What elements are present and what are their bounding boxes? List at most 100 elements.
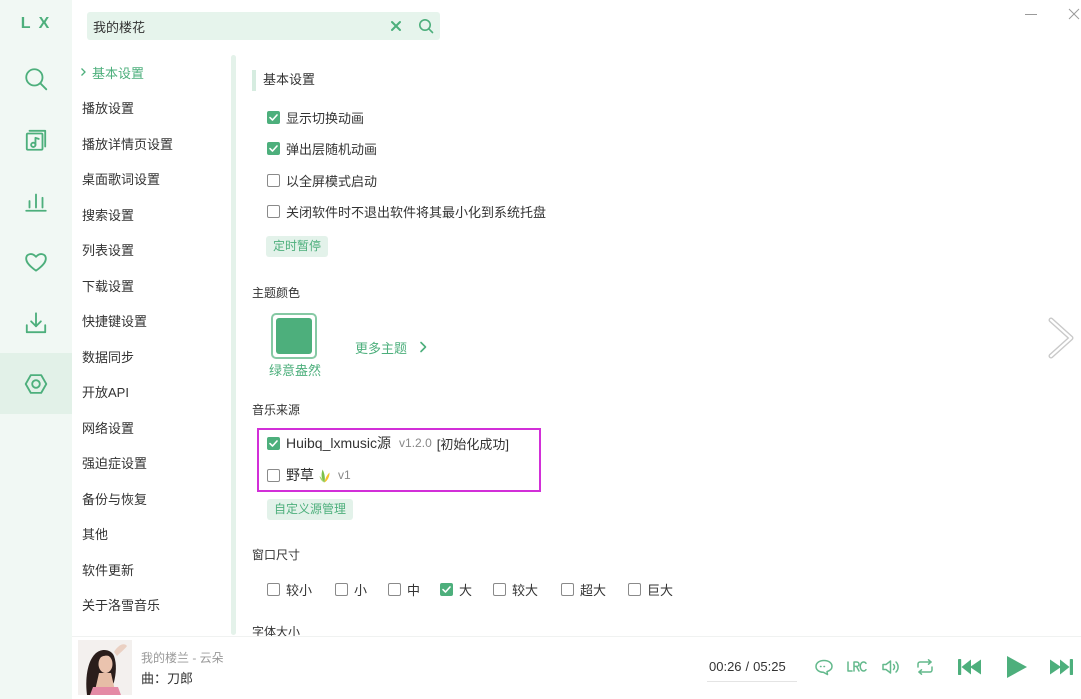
nav-item-label: 快捷键设置 [82, 314, 148, 330]
repeat-button[interactable] [914, 657, 936, 677]
song-composer: 曲：刀郎 [141, 671, 194, 686]
nav-item-label: 播放设置 [82, 101, 135, 117]
app-logo: L X [20, 15, 52, 32]
source-item-yecao[interactable]: 野草 v1 [267, 465, 351, 485]
checkbox[interactable] [267, 436, 280, 450]
check-icon [269, 113, 278, 121]
option-show-switch-animation[interactable]: 显示切换动画 [267, 107, 364, 127]
repeat-icon [917, 659, 933, 675]
comment-button[interactable] [813, 657, 835, 677]
checkbox[interactable] [561, 582, 574, 596]
next-button[interactable] [1047, 653, 1075, 681]
nav-item-hotkey[interactable]: 快捷键设置 [72, 303, 230, 339]
nav-item-sync[interactable]: 数据同步 [72, 339, 230, 375]
option-label: 关闭软件时不退出软件将其最小化到系统托盘 [286, 204, 547, 220]
sidebar-item-songlist[interactable] [0, 109, 72, 170]
chevron-right-icon [81, 68, 86, 77]
source-version: v1.2.0 [399, 436, 432, 450]
search-icon[interactable] [418, 18, 434, 34]
minimize-button[interactable] [1025, 7, 1037, 21]
theme-swatch-current[interactable] [271, 313, 317, 359]
volume-button[interactable] [880, 657, 902, 677]
window-size-option[interactable]: 较小 [267, 579, 312, 599]
nav-item-about[interactable]: 关于洛雪音乐 [72, 587, 230, 623]
checkbox[interactable] [335, 582, 348, 596]
download-icon [25, 311, 47, 333]
nav-item-label: 列表设置 [82, 243, 135, 259]
checkbox[interactable] [267, 204, 280, 218]
song-title[interactable]: 我的楼兰 - 云朵 [141, 649, 224, 667]
nav-item-basic[interactable]: 基本设置 [72, 55, 230, 91]
nav-item-backup[interactable]: 备份与恢复 [72, 481, 230, 517]
window-size-option[interactable]: 较大 [493, 579, 538, 599]
checkbox[interactable] [388, 582, 401, 596]
nav-item-label: 基本设置 [92, 65, 145, 81]
checkbox[interactable] [440, 582, 453, 596]
nav-item-list[interactable]: 列表设置 [72, 232, 230, 268]
nav-item-odc[interactable]: 强迫症设置 [72, 445, 230, 481]
nav-item-label: 强迫症设置 [82, 456, 148, 472]
option-popup-random-animation[interactable]: 弹出层随机动画 [267, 138, 377, 158]
font-size-label: 字体大小 [252, 625, 301, 636]
nav-item-other[interactable]: 其他 [72, 516, 230, 552]
window-size-option[interactable]: 小 [335, 579, 367, 599]
theme-name: 绿意盎然 [268, 363, 321, 378]
sidebar-item-settings[interactable] [0, 353, 72, 414]
nav-item-update[interactable]: 软件更新 [72, 552, 230, 588]
lyrics-button[interactable] [846, 657, 868, 677]
close-icon [1068, 8, 1080, 20]
nav-item-download[interactable]: 下载设置 [72, 268, 230, 304]
nav-item-label: 搜索设置 [82, 207, 135, 223]
sidebar-item-search[interactable] [0, 48, 72, 109]
nav-item-play-detail[interactable]: 播放详情页设置 [72, 126, 230, 162]
search-bar [87, 12, 440, 40]
checkbox[interactable] [267, 582, 280, 596]
check-icon [269, 439, 278, 447]
more-themes-link[interactable]: 更多主题 [355, 337, 427, 357]
checkbox[interactable] [267, 173, 280, 187]
window-size-label: 窗口尺寸 [252, 548, 301, 562]
window-size-option[interactable]: 超大 [561, 579, 606, 599]
sidebar-item-favorites[interactable] [0, 231, 72, 292]
option-label: 巨大 [647, 582, 674, 598]
nav-item-open-api[interactable]: 开放API [72, 374, 230, 410]
custom-source-manage-button[interactable]: 自定义源管理 [267, 499, 354, 520]
timer-pause-button[interactable]: 定时暂停 [266, 236, 329, 257]
source-version: v1 [338, 468, 351, 482]
nav-item-desktop-lyric[interactable]: 桌面歌词设置 [72, 161, 230, 197]
progress-track[interactable] [707, 681, 797, 682]
checkbox[interactable] [628, 582, 641, 596]
next-icon [1050, 659, 1073, 675]
option-label: 较小 [286, 582, 313, 598]
option-minimize-to-tray[interactable]: 关闭软件时不退出软件将其最小化到系统托盘 [267, 201, 546, 221]
chevron-right-large-icon[interactable] [1046, 316, 1076, 360]
checkbox[interactable] [267, 110, 280, 124]
window-size-option[interactable]: 大 [440, 579, 472, 599]
nav-item-playback[interactable]: 播放设置 [72, 90, 230, 126]
play-button[interactable] [1002, 653, 1030, 681]
option-label: 小 [354, 582, 368, 598]
close-icon[interactable] [390, 20, 402, 32]
sidebar-item-download[interactable] [0, 292, 72, 353]
window-size-option[interactable]: 中 [388, 579, 420, 599]
checkbox[interactable] [267, 468, 280, 482]
sidebar-item-leaderboard[interactable] [0, 170, 72, 231]
album-cover-image [78, 640, 132, 695]
source-item-huibq[interactable]: Huibq_lxmusic源 v1.2.0 [初始化成功] [267, 433, 509, 453]
nav-item-network[interactable]: 网络设置 [72, 410, 230, 446]
nav-item-search[interactable]: 搜索设置 [72, 197, 230, 233]
check-icon [269, 144, 278, 152]
checkbox[interactable] [267, 141, 280, 155]
app-window: L X 基本设置 播放设置 [0, 0, 1081, 699]
option-fullscreen-start[interactable]: 以全屏模式启动 [267, 170, 377, 190]
search-input[interactable] [87, 12, 382, 40]
previous-button[interactable] [956, 653, 984, 681]
theme-swatch-fill [276, 318, 312, 354]
nav-item-label: 开放API [82, 385, 129, 401]
album-art[interactable] [78, 640, 132, 695]
search-icon [25, 67, 48, 90]
checkbox[interactable] [493, 582, 506, 596]
window-size-option[interactable]: 巨大 [628, 579, 673, 599]
nav-item-label: 其他 [82, 527, 109, 543]
close-button[interactable] [1068, 7, 1080, 21]
